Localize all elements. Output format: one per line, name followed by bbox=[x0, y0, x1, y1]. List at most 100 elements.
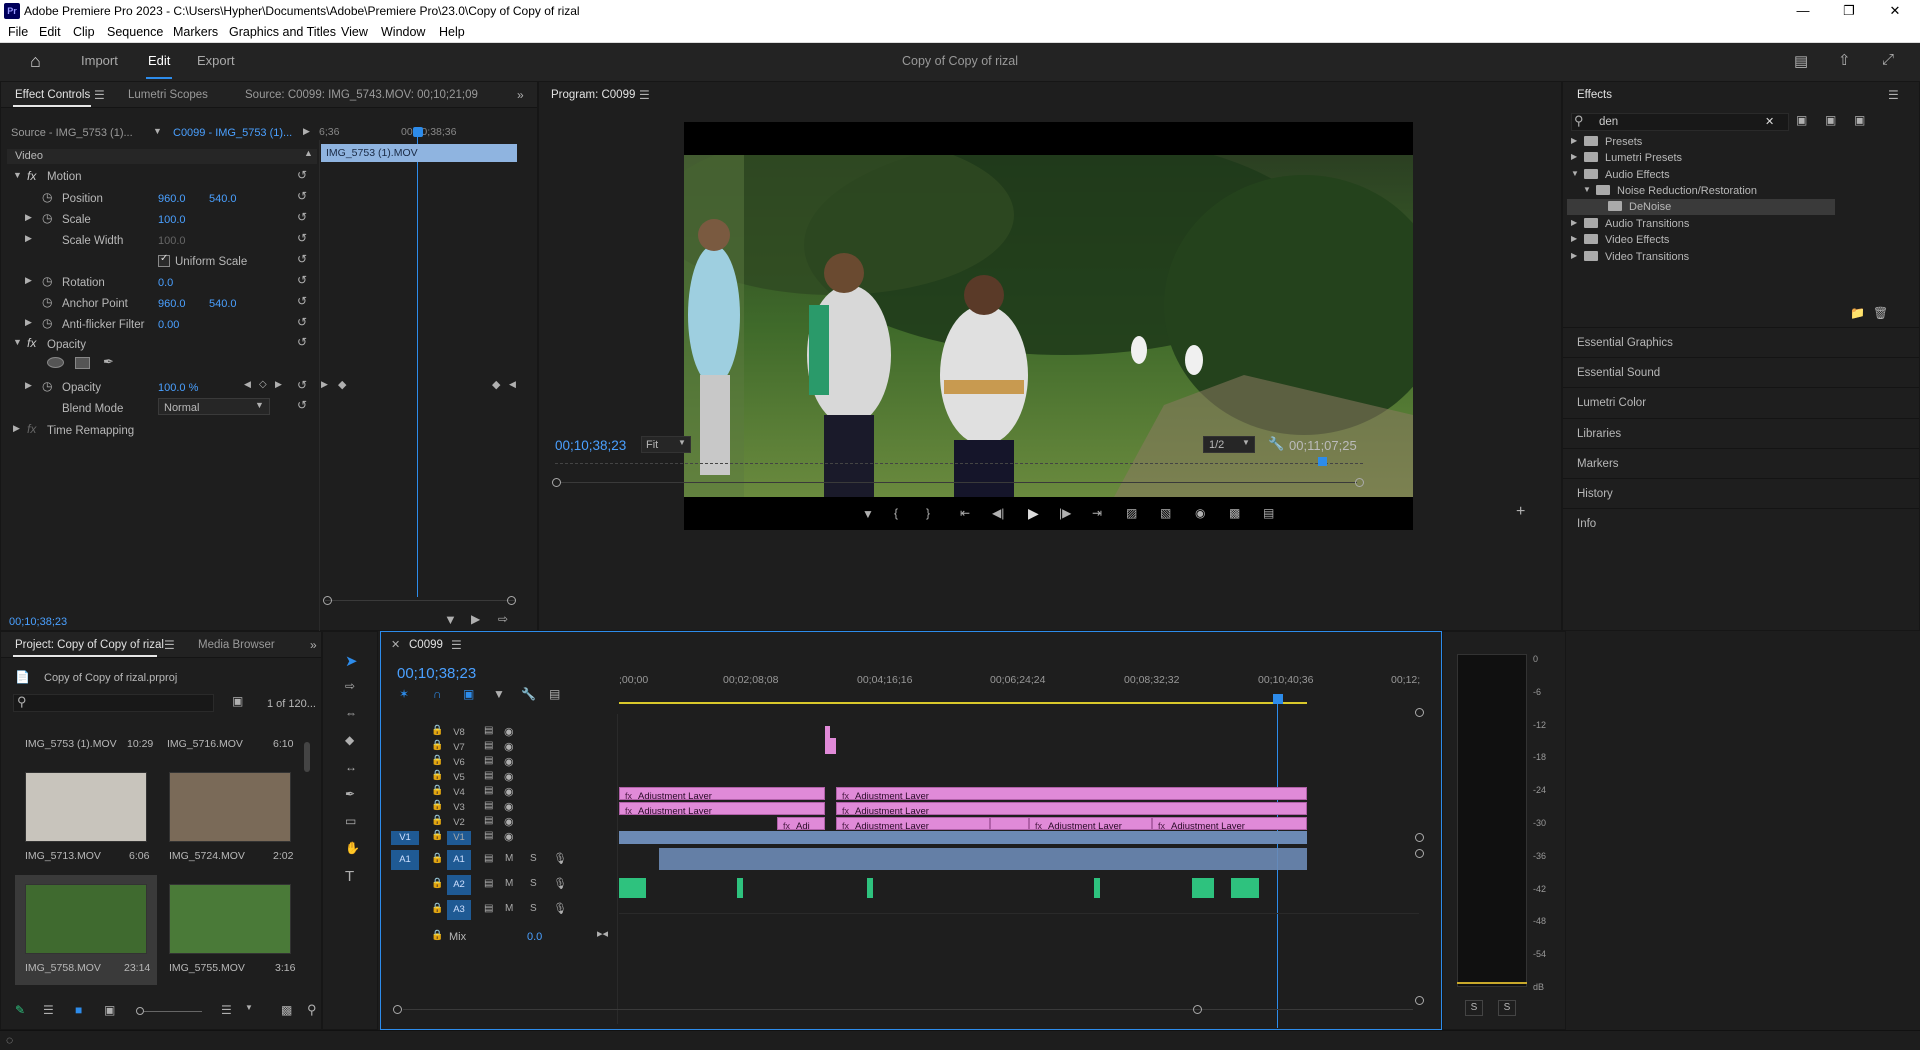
stacked-panel-essential-sound[interactable]: Essential Sound bbox=[1577, 367, 1660, 379]
list-view-icon[interactable]: ☰ bbox=[43, 1003, 54, 1017]
sequence-menu-icon[interactable]: ☰ bbox=[451, 638, 462, 652]
mini-playhead-handle[interactable] bbox=[413, 127, 423, 137]
reset-antiflicker-icon[interactable]: ↺ bbox=[297, 315, 307, 329]
lock-icon[interactable]: 🔒 bbox=[431, 903, 443, 914]
sync-lock-icon[interactable]: ▤ bbox=[484, 800, 493, 811]
horizontal-scrollbar[interactable] bbox=[403, 1009, 1413, 1010]
mix-value[interactable]: 0.0 bbox=[527, 931, 542, 943]
find-icon[interactable]: ⚲ bbox=[307, 1002, 317, 1018]
track-label-v1[interactable]: V1 bbox=[447, 831, 471, 845]
zoom-slider-handle[interactable] bbox=[136, 1007, 144, 1015]
chevron-down-icon[interactable]: ▼ bbox=[1583, 185, 1591, 194]
new-bin-icon[interactable]: 📁 bbox=[1850, 306, 1865, 320]
project-scrollbar[interactable] bbox=[304, 742, 310, 772]
eye-icon[interactable]: ◉ bbox=[504, 755, 514, 768]
a1-audio-clips[interactable] bbox=[659, 848, 1307, 870]
a2-audio-clip[interactable] bbox=[737, 878, 743, 898]
zoom-handle-right[interactable] bbox=[507, 596, 516, 605]
antiflicker-value[interactable]: 0.00 bbox=[158, 319, 179, 331]
menu-sequence[interactable]: Sequence bbox=[107, 25, 163, 39]
project-item-name[interactable]: IMG_5713.MOV bbox=[25, 850, 101, 862]
anchor-x[interactable]: 960.0 bbox=[158, 298, 186, 310]
position-x[interactable]: 960.0 bbox=[158, 193, 186, 205]
eye-icon[interactable]: ◉ bbox=[504, 740, 514, 753]
share-icon[interactable]: ⇧ bbox=[1838, 51, 1851, 69]
source-select[interactable]: Source - IMG_5753 (1)... bbox=[11, 127, 133, 139]
menu-help[interactable]: Help bbox=[439, 25, 465, 39]
position-y[interactable]: 540.0 bbox=[209, 193, 237, 205]
adjustment-layer-clip[interactable]: fx Adjustment Layer bbox=[836, 787, 1307, 800]
zoom-scrollbar[interactable] bbox=[325, 600, 515, 601]
adjustment-layer-clip[interactable]: fx Adjustment Layer bbox=[836, 802, 1307, 815]
reset-blend-icon[interactable]: ↺ bbox=[297, 398, 307, 412]
project-item-name[interactable]: IMG_5724.MOV bbox=[169, 850, 245, 862]
adjustment-layer-clip[interactable]: fx Adjustment Layer bbox=[619, 802, 825, 815]
project-thumbnail[interactable] bbox=[169, 772, 291, 842]
reset-motion-icon[interactable]: ↺ bbox=[297, 168, 307, 182]
adjustment-layer-clip[interactable]: fx Adjustment Layer bbox=[1152, 817, 1307, 830]
accelerated-effects-icon[interactable]: ▣ bbox=[1796, 113, 1807, 127]
track-label-v2[interactable]: V2 bbox=[447, 816, 471, 830]
adjustment-layer-clip[interactable] bbox=[990, 817, 1029, 830]
keyframe-diamond-end-icon[interactable]: ◆ bbox=[492, 378, 500, 391]
tab-export[interactable]: Export bbox=[197, 53, 235, 68]
sync-lock-icon[interactable]: ▤ bbox=[484, 785, 493, 796]
timeline-timecode[interactable]: 00;10;38;23 bbox=[397, 665, 476, 682]
stopwatch-scale-icon[interactable]: ◷ bbox=[42, 211, 52, 225]
a2-audio-clip[interactable] bbox=[619, 878, 646, 898]
type-tool-icon[interactable]: T bbox=[345, 868, 354, 885]
prev-keyframe-icon[interactable]: ◀ bbox=[244, 379, 251, 390]
menu-graphics[interactable]: Graphics and Titles bbox=[229, 25, 336, 39]
effects-tree-item[interactable]: Presets bbox=[1605, 136, 1642, 148]
tab-lumetri-scopes[interactable]: Lumetri Scopes bbox=[128, 89, 208, 101]
lock-icon[interactable]: 🔒 bbox=[431, 815, 443, 826]
pen-tool-icon[interactable]: ✒ bbox=[345, 787, 355, 801]
reset-rotation-icon[interactable]: ↺ bbox=[297, 273, 307, 287]
stacked-panel-info[interactable]: Info bbox=[1577, 518, 1596, 530]
step-forward-icon[interactable]: |▶ bbox=[1059, 506, 1071, 520]
microphone-icon[interactable]: 🎙 bbox=[553, 877, 567, 890]
quick-export-icon[interactable]: ▤ bbox=[1794, 52, 1808, 70]
stopwatch-position-icon[interactable]: ◷ bbox=[42, 190, 52, 204]
button-editor-icon[interactable]: + bbox=[1516, 503, 1525, 521]
nest-icon[interactable]: ✶ bbox=[399, 687, 409, 701]
linked-selection-icon[interactable]: ▣ bbox=[463, 687, 474, 701]
source-patch-v1[interactable]: V1 bbox=[391, 831, 419, 845]
chevron-right-icon[interactable]: ▶ bbox=[1571, 136, 1577, 145]
fullscreen-icon[interactable]: ⤢ bbox=[1882, 51, 1894, 68]
project-item-name[interactable]: IMG_5753 (1).MOV bbox=[25, 738, 117, 750]
sort-icon[interactable]: ☰ bbox=[221, 1003, 232, 1017]
chevron-down-icon[interactable]: ▼ bbox=[1571, 169, 1579, 178]
sync-lock-icon[interactable]: ▤ bbox=[484, 815, 493, 826]
adjustment-layer-clip[interactable]: fx Adjustment Layer bbox=[619, 787, 825, 800]
effects-tree-item[interactable]: Video Effects bbox=[1605, 234, 1669, 246]
reset-position-icon[interactable]: ↺ bbox=[297, 189, 307, 203]
project-search-box[interactable] bbox=[13, 694, 214, 712]
tab-media-browser[interactable]: Media Browser bbox=[198, 639, 275, 651]
sync-lock-icon[interactable]: ▤ bbox=[484, 830, 493, 841]
solo-button[interactable]: S bbox=[530, 903, 537, 914]
microphone-icon[interactable]: 🎙 bbox=[553, 902, 567, 915]
yuv-effects-icon[interactable]: ▣ bbox=[1854, 113, 1865, 127]
project-thumbnail[interactable] bbox=[25, 772, 147, 842]
menu-edit[interactable]: Edit bbox=[39, 25, 61, 39]
track-label-v4[interactable]: V4 bbox=[447, 786, 471, 800]
snap-icon[interactable]: ∩ bbox=[433, 687, 442, 701]
mix-pan-icon[interactable]: ▸◂ bbox=[597, 927, 608, 940]
lock-icon[interactable]: 🔒 bbox=[431, 725, 443, 736]
horizontal-zoom-right[interactable] bbox=[1193, 1005, 1202, 1014]
menu-view[interactable]: View bbox=[341, 25, 368, 39]
fx-icon[interactable]: fx bbox=[27, 169, 36, 183]
extract-icon[interactable]: ▧ bbox=[1160, 506, 1171, 520]
opacity-value[interactable]: 100.0 % bbox=[158, 382, 198, 394]
sync-lock-icon[interactable]: ▤ bbox=[484, 853, 493, 864]
solo-button[interactable]: S bbox=[530, 878, 537, 889]
add-marker-icon[interactable]: ▼ bbox=[862, 507, 874, 521]
time-ruler[interactable]: ;00;00 00;02;08;08 00;04;16;16 00;06;24;24 0… bbox=[619, 674, 1420, 694]
reset-uniform-icon[interactable]: ↺ bbox=[297, 252, 307, 266]
lock-icon[interactable]: 🔒 bbox=[431, 853, 443, 864]
play-only-audio-icon[interactable]: ▶ bbox=[303, 126, 310, 137]
project-expand-icon[interactable]: » bbox=[310, 638, 317, 652]
rectangle-mask-icon[interactable] bbox=[75, 357, 90, 369]
eye-icon[interactable]: ◉ bbox=[504, 830, 514, 843]
